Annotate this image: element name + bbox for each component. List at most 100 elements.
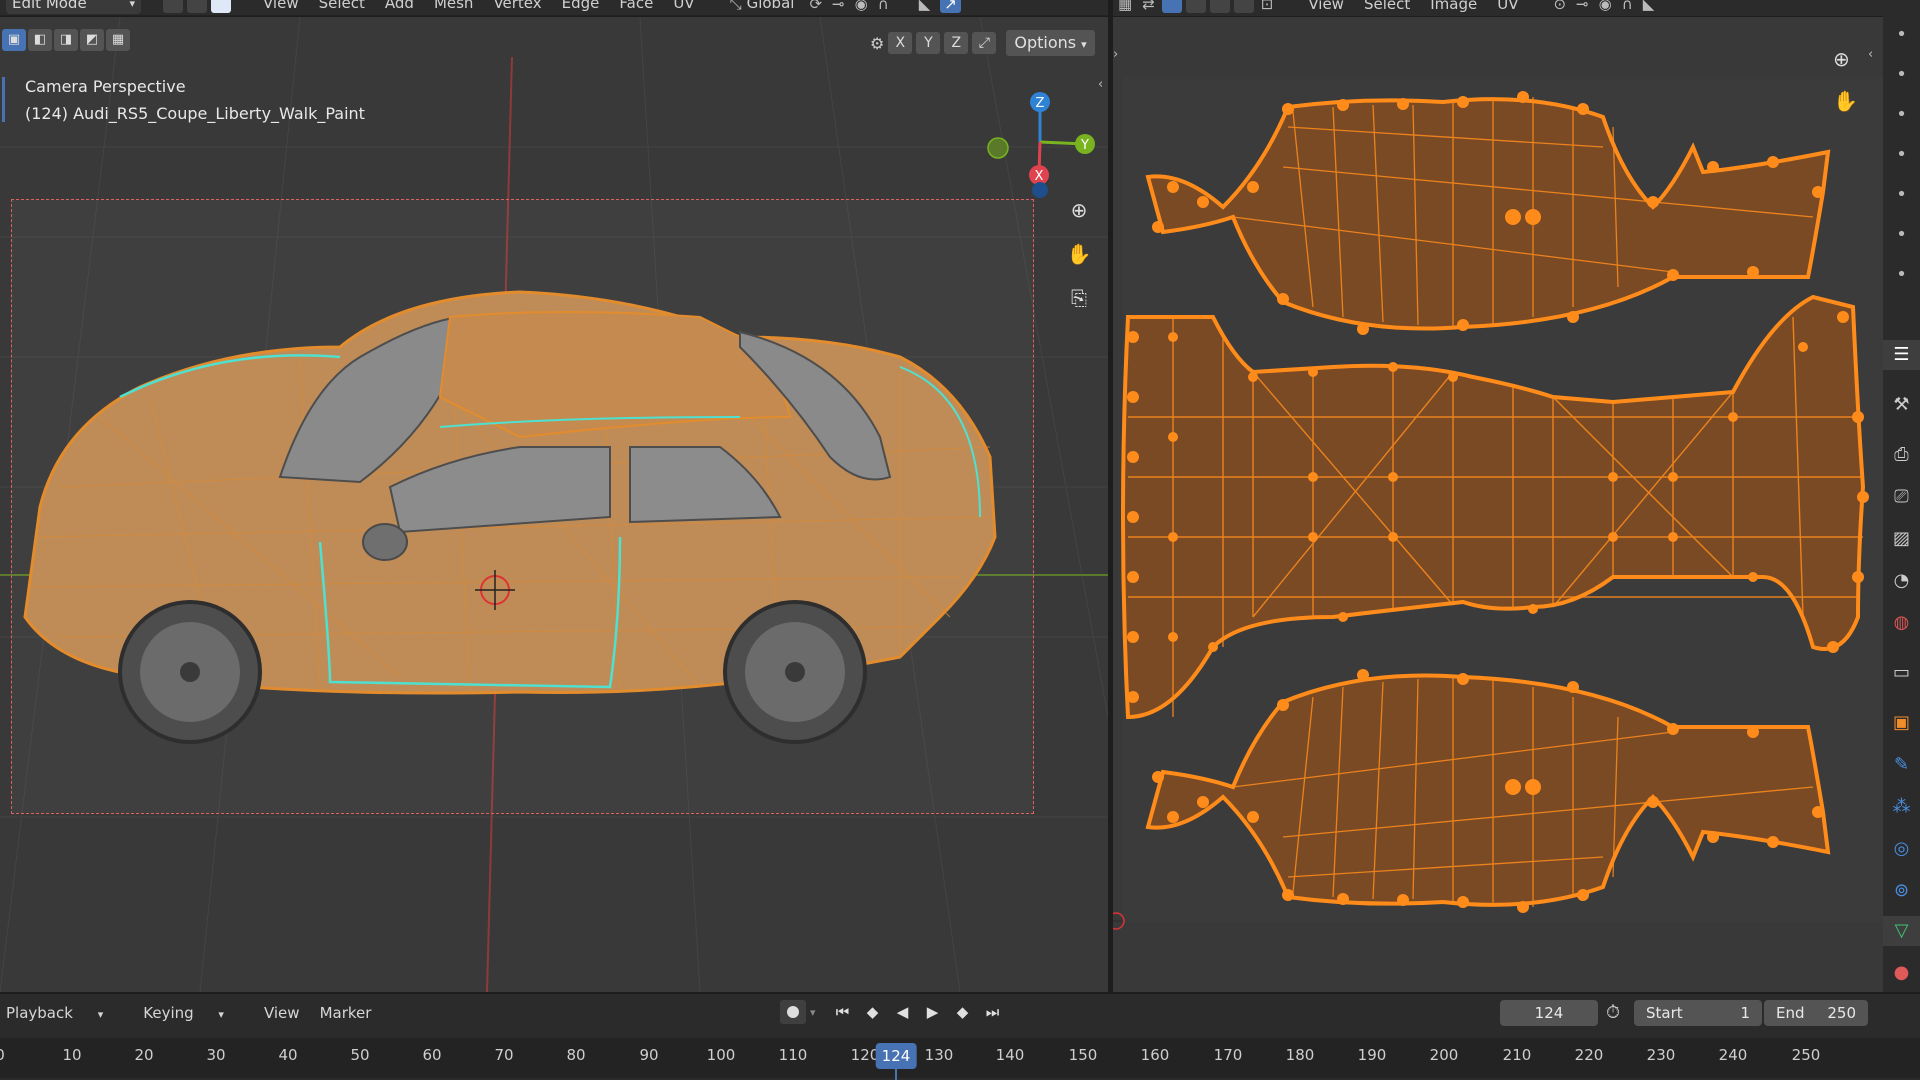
proportional-edit-icon[interactable]: ◉: [855, 0, 868, 13]
mirror-icon[interactable]: ⚙: [870, 34, 884, 53]
dot-icon[interactable]: •: [1883, 100, 1920, 130]
uv-layout[interactable]: [1113, 17, 1883, 992]
dot-icon[interactable]: •: [1883, 60, 1920, 90]
menu-add[interactable]: Add: [375, 0, 424, 11]
menu-uv[interactable]: UV: [663, 0, 704, 11]
uv-overlay-icon[interactable]: ◣: [1643, 0, 1655, 13]
pan-hand-icon[interactable]: ✋: [1064, 239, 1094, 269]
axis-y-toggle[interactable]: Y: [916, 32, 941, 54]
collection-icon[interactable]: ▭: [1883, 658, 1920, 688]
mesh-data-icon[interactable]: ▽: [1883, 916, 1920, 946]
uv-pan-hand-icon[interactable]: ✋: [1833, 89, 1858, 113]
current-frame-indicator[interactable]: 124: [875, 1043, 917, 1069]
overlay-icon[interactable]: ◣: [919, 0, 931, 13]
particles-icon[interactable]: ⁂: [1883, 792, 1920, 822]
uv-face-select-button[interactable]: [1209, 0, 1230, 13]
menu-playback[interactable]: Playback ▾: [6, 1004, 135, 1022]
axis-z-toggle[interactable]: Z: [944, 32, 969, 54]
current-frame-field[interactable]: 124: [1500, 1000, 1598, 1026]
navigation-gizmo[interactable]: Z Y X: [980, 82, 1100, 207]
scene-icon[interactable]: ◔: [1883, 566, 1920, 596]
uv-snap-icon[interactable]: ⊸: [1576, 0, 1589, 13]
chevron-down-icon[interactable]: ▾: [810, 1006, 816, 1019]
play-icon[interactable]: ▶: [920, 1000, 946, 1024]
menu-view[interactable]: View: [264, 1004, 312, 1022]
select-extend-icon[interactable]: ◧: [28, 29, 52, 51]
auto-merge-icon[interactable]: ⤢: [972, 32, 997, 54]
uv-island-select-button[interactable]: [1233, 0, 1254, 13]
uv-proportional-icon[interactable]: ◉: [1599, 0, 1612, 13]
uv-zoom-icon[interactable]: ⊕: [1833, 47, 1850, 71]
prev-keyframe-icon[interactable]: ◆: [860, 1000, 886, 1024]
sidebar-toggle-icon[interactable]: ‹: [1098, 77, 1103, 92]
axis-x-toggle[interactable]: X: [888, 32, 913, 54]
menu-mesh[interactable]: Mesh: [424, 0, 484, 11]
orientation-dropdown[interactable]: Global: [747, 0, 805, 11]
modifier-wrench-icon[interactable]: ✎: [1883, 750, 1920, 780]
dot-icon[interactable]: •: [1883, 20, 1920, 50]
world-icon[interactable]: ◍: [1883, 608, 1920, 638]
dot-icon[interactable]: •: [1883, 180, 1920, 210]
constraints-icon[interactable]: ⊚: [1883, 876, 1920, 906]
uv-vertex-select-button[interactable]: [1161, 0, 1182, 13]
uv-menu-image[interactable]: Image: [1420, 0, 1487, 11]
dot-icon[interactable]: •: [1883, 260, 1920, 290]
editor-type-icon[interactable]: ▦: [1118, 0, 1132, 13]
uv-sidebar-toggle-icon[interactable]: ‹: [1868, 47, 1873, 62]
tool-icon[interactable]: ⚒: [1883, 390, 1920, 420]
face-select-button[interactable]: [211, 0, 231, 13]
3d-viewport[interactable]: ▣ ◧ ◨ ◩ ▦ ⚙ X Y Z ⤢ Options ▾ Camera Per…: [0, 17, 1108, 992]
select-intersect-icon[interactable]: ▦: [106, 29, 130, 51]
jump-start-icon[interactable]: ⏮: [830, 1000, 856, 1024]
uv-menu-view[interactable]: View: [1298, 0, 1354, 11]
material-icon[interactable]: ●: [1883, 958, 1920, 988]
menu-select[interactable]: Select: [309, 0, 375, 11]
record-button[interactable]: [780, 1000, 806, 1024]
tool-settings-icon[interactable]: ☰: [1883, 340, 1920, 370]
gizmo-toggle-icon[interactable]: ↗: [940, 0, 961, 13]
menu-keying[interactable]: Keying ▾: [143, 1004, 256, 1022]
car-mesh[interactable]: [0, 17, 1108, 992]
next-keyframe-icon[interactable]: ◆: [950, 1000, 976, 1024]
menu-vertex[interactable]: Vertex: [483, 0, 551, 11]
start-frame-field[interactable]: Start 1: [1634, 1000, 1762, 1026]
uv-menu-uv[interactable]: UV: [1487, 0, 1528, 11]
menu-marker[interactable]: Marker: [320, 1004, 384, 1022]
falloff-icon[interactable]: ∩: [878, 0, 889, 13]
uv-pivot-icon[interactable]: ⊙: [1553, 0, 1566, 13]
stopwatch-icon[interactable]: ⏱: [1606, 1002, 1620, 1023]
snap-icon[interactable]: ⊸: [832, 0, 845, 13]
physics-icon[interactable]: ◎: [1883, 834, 1920, 864]
select-invert-icon[interactable]: ◩: [80, 29, 104, 51]
uv-editor[interactable]: ⊕ ✋ › ‹: [1113, 17, 1883, 992]
gizmo-neg-z-axis[interactable]: [1032, 182, 1048, 198]
render-icon[interactable]: ⎙: [1883, 440, 1920, 470]
menu-face[interactable]: Face: [609, 0, 663, 11]
pivot-icon[interactable]: ⟳: [809, 0, 822, 13]
menu-edge[interactable]: Edge: [552, 0, 610, 11]
object-icon[interactable]: ▣: [1883, 708, 1920, 738]
select-new-icon[interactable]: ▣: [2, 29, 26, 51]
uv-sync-icon[interactable]: ⇄: [1142, 0, 1155, 13]
play-reverse-icon[interactable]: ◀: [890, 1000, 916, 1024]
vertex-select-button[interactable]: [163, 0, 183, 13]
uv-toolbar-toggle-icon[interactable]: ›: [1113, 47, 1118, 62]
uv-edge-select-button[interactable]: [1185, 0, 1206, 13]
frame-ruler[interactable]: 0 10 20 30 40 50 60 70 80 90 100 110 120…: [0, 1038, 1920, 1080]
view-layer-icon[interactable]: ▨: [1883, 524, 1920, 554]
sticky-select-icon[interactable]: ⊡: [1261, 0, 1274, 13]
dot-icon[interactable]: •: [1883, 140, 1920, 170]
dot-icon[interactable]: •: [1883, 220, 1920, 250]
options-dropdown[interactable]: Options ▾: [1006, 30, 1095, 56]
end-frame-field[interactable]: End 250: [1764, 1000, 1868, 1026]
menu-view[interactable]: View: [253, 0, 309, 11]
edge-select-button[interactable]: [187, 0, 207, 13]
uv-falloff-icon[interactable]: ∩: [1622, 0, 1633, 13]
camera-view-icon[interactable]: ⎘: [1064, 283, 1094, 313]
mode-dropdown[interactable]: Edit Mode ▾: [6, 0, 141, 14]
output-icon[interactable]: ⎚: [1883, 482, 1920, 512]
gizmo-neg-y-axis[interactable]: [987, 137, 1009, 159]
jump-end-icon[interactable]: ⏭: [980, 1000, 1006, 1024]
select-subtract-icon[interactable]: ◨: [54, 29, 78, 51]
uv-menu-select[interactable]: Select: [1354, 0, 1420, 11]
